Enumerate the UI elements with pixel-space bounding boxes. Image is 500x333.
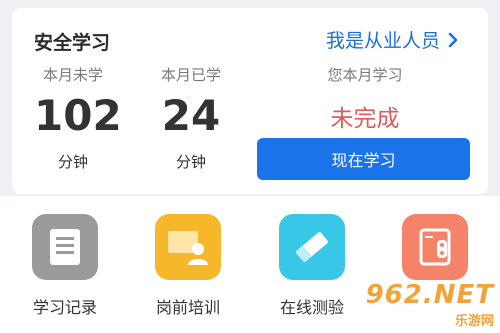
document-icon [32, 214, 98, 280]
eraser-icon [279, 214, 345, 280]
feature-grid: 学习记录 岗前培训 在线测验 962.NET 乐游网 [0, 196, 500, 333]
monthly-status: 您本月学习 未完成 [257, 64, 473, 133]
study-now-button[interactable]: 现在学习 [257, 138, 470, 180]
chevron-right-icon [448, 32, 458, 47]
watermark-text: 962.NET [365, 280, 494, 310]
tile-label: 岗前培训 [155, 298, 220, 317]
tile-label: 学习记录 [32, 298, 97, 317]
stat-unit: 分钟 [175, 153, 206, 171]
stat-studied: 本月已学 24 分钟 [152, 64, 230, 172]
trainer-board-icon [155, 214, 221, 280]
status-label: 您本月学习 [327, 66, 403, 84]
tile-label: 在线测验 [279, 298, 344, 317]
watermark-subtext: 乐游网 [454, 314, 494, 329]
status-value: 未完成 [330, 106, 400, 132]
tile-online-quiz[interactable]: 在线测验 [277, 214, 347, 318]
tile-pre-job-training[interactable]: 岗前培训 [153, 214, 223, 318]
stat-value: 102 [34, 91, 122, 140]
practitioner-link[interactable]: 我是从业人员 [326, 26, 458, 53]
safe-box-icon [402, 214, 468, 280]
stat-label: 本月未学 [42, 66, 103, 84]
stat-value: 24 [161, 91, 221, 140]
safety-study-card: 安全学习 我是从业人员 本月未学 102 分钟 本月已学 24 分钟 您本月学习… [12, 8, 488, 194]
stat-unit: 分钟 [57, 153, 88, 171]
tile-study-record[interactable]: 学习记录 [30, 214, 100, 318]
card-title: 安全学习 [34, 32, 111, 54]
watermark-logo: 962.NET 乐游网 [366, 280, 494, 329]
page: 安全学习 我是从业人员 本月未学 102 分钟 本月已学 24 分钟 您本月学习… [0, 0, 500, 333]
stat-label: 本月已学 [160, 66, 221, 84]
stat-unstudied: 本月未学 102 分钟 [34, 64, 122, 172]
practitioner-link-label: 我是从业人员 [325, 30, 440, 52]
